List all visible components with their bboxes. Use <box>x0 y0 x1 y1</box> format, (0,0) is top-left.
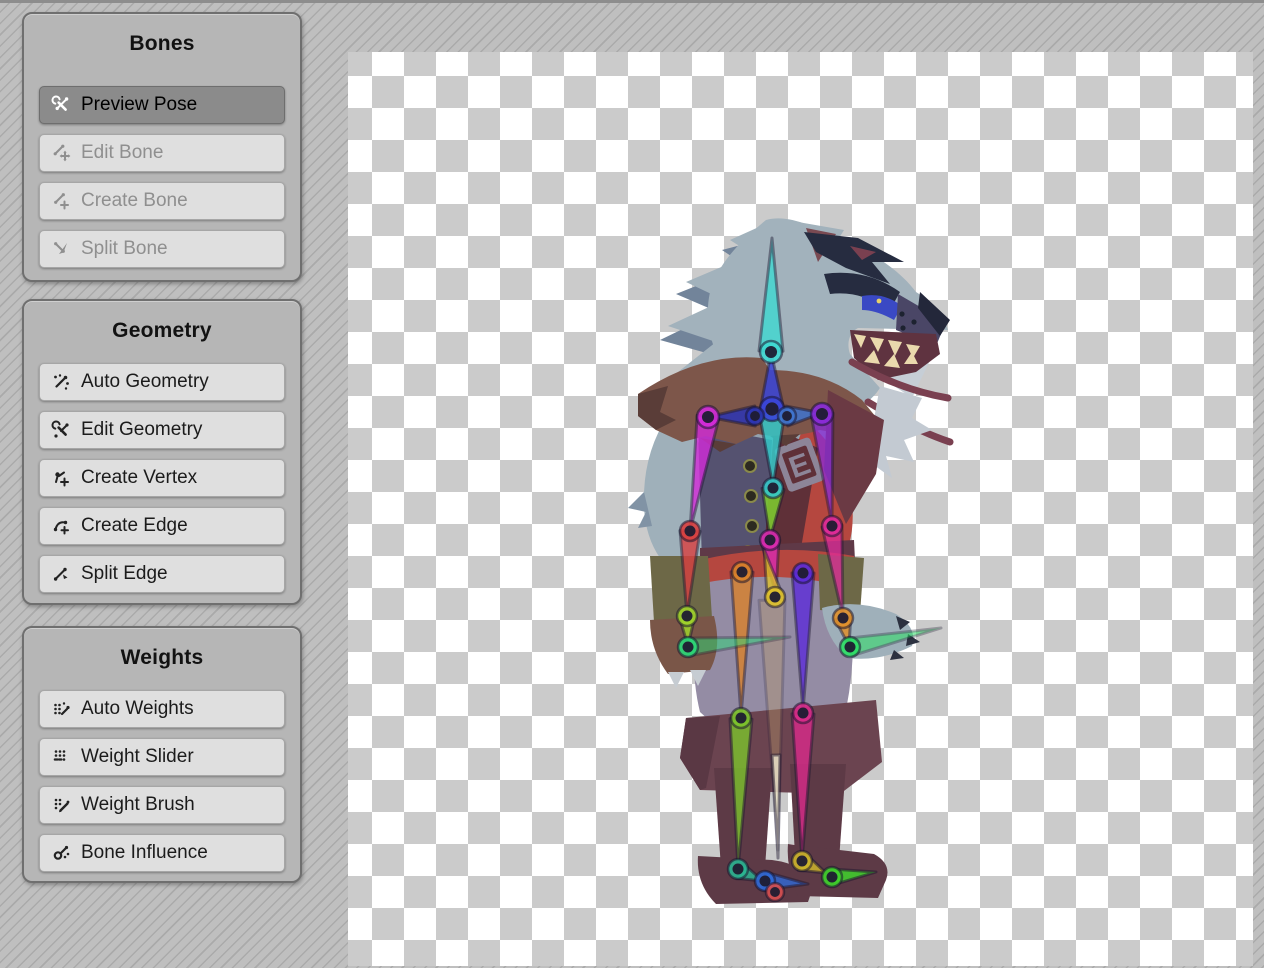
preview-pose-button[interactable]: Preview Pose <box>39 86 285 124</box>
split-edge-button[interactable]: Split Edge <box>39 555 285 593</box>
weights-panel: Weights Auto Weights Weight Slider <box>22 626 302 883</box>
bones-panel: Bones Preview Pose <box>22 12 302 282</box>
create-vertex-button[interactable]: Create Vertex <box>39 459 285 497</box>
create-bone-button[interactable]: Create Bone <box>39 182 285 220</box>
bone-influence-label: Bone Influence <box>81 842 208 864</box>
weight-slider-icon <box>50 747 72 767</box>
edit-geometry-label: Edit Geometry <box>81 419 202 441</box>
weight-brush-button[interactable]: Weight Brush <box>39 786 285 824</box>
edit-bone-icon <box>50 143 72 163</box>
edit-geometry-icon <box>50 420 72 440</box>
weight-brush-icon <box>50 795 72 815</box>
split-edge-label: Split Edge <box>81 563 168 585</box>
create-edge-button[interactable]: Create Edge <box>39 507 285 545</box>
window-top-edge <box>0 0 1264 3</box>
edit-geometry-button[interactable]: Edit Geometry <box>39 411 285 449</box>
create-bone-label: Create Bone <box>81 190 188 212</box>
weight-slider-label: Weight Slider <box>81 746 194 768</box>
create-edge-label: Create Edge <box>81 515 188 537</box>
auto-geometry-label: Auto Geometry <box>81 371 209 393</box>
bone-influence-button[interactable]: Bone Influence <box>39 834 285 872</box>
split-bone-button[interactable]: Split Bone <box>39 230 285 268</box>
weight-brush-label: Weight Brush <box>81 794 195 816</box>
bones-panel-title: Bones <box>24 32 300 56</box>
split-bone-label: Split Bone <box>81 238 168 260</box>
weight-slider-button[interactable]: Weight Slider <box>39 738 285 776</box>
split-edge-icon <box>50 564 72 584</box>
auto-geometry-button[interactable]: Auto Geometry <box>39 363 285 401</box>
geometry-panel-title: Geometry <box>24 319 300 343</box>
create-vertex-icon <box>50 468 72 488</box>
create-vertex-label: Create Vertex <box>81 467 197 489</box>
auto-weights-label: Auto Weights <box>81 698 194 720</box>
preview-pose-label: Preview Pose <box>81 94 197 116</box>
skinning-canvas[interactable]: E 3 <box>348 52 1253 966</box>
auto-weights-icon <box>50 699 72 719</box>
auto-geometry-icon <box>50 372 72 392</box>
auto-weights-button[interactable]: Auto Weights <box>39 690 285 728</box>
canvas-svg: E 3 <box>348 52 1253 966</box>
edit-bone-button[interactable]: Edit Bone <box>39 134 285 172</box>
create-edge-icon <box>50 516 72 536</box>
split-bone-icon <box>50 239 72 259</box>
edit-bone-label: Edit Bone <box>81 142 163 164</box>
preview-pose-icon <box>50 95 72 115</box>
create-bone-icon <box>50 191 72 211</box>
werewolf-sprite: E 3 <box>628 218 950 904</box>
weights-panel-title: Weights <box>24 646 300 670</box>
bone-influence-icon <box>50 843 72 863</box>
geometry-panel: Geometry Auto Geometry Edit Geomet <box>22 299 302 605</box>
